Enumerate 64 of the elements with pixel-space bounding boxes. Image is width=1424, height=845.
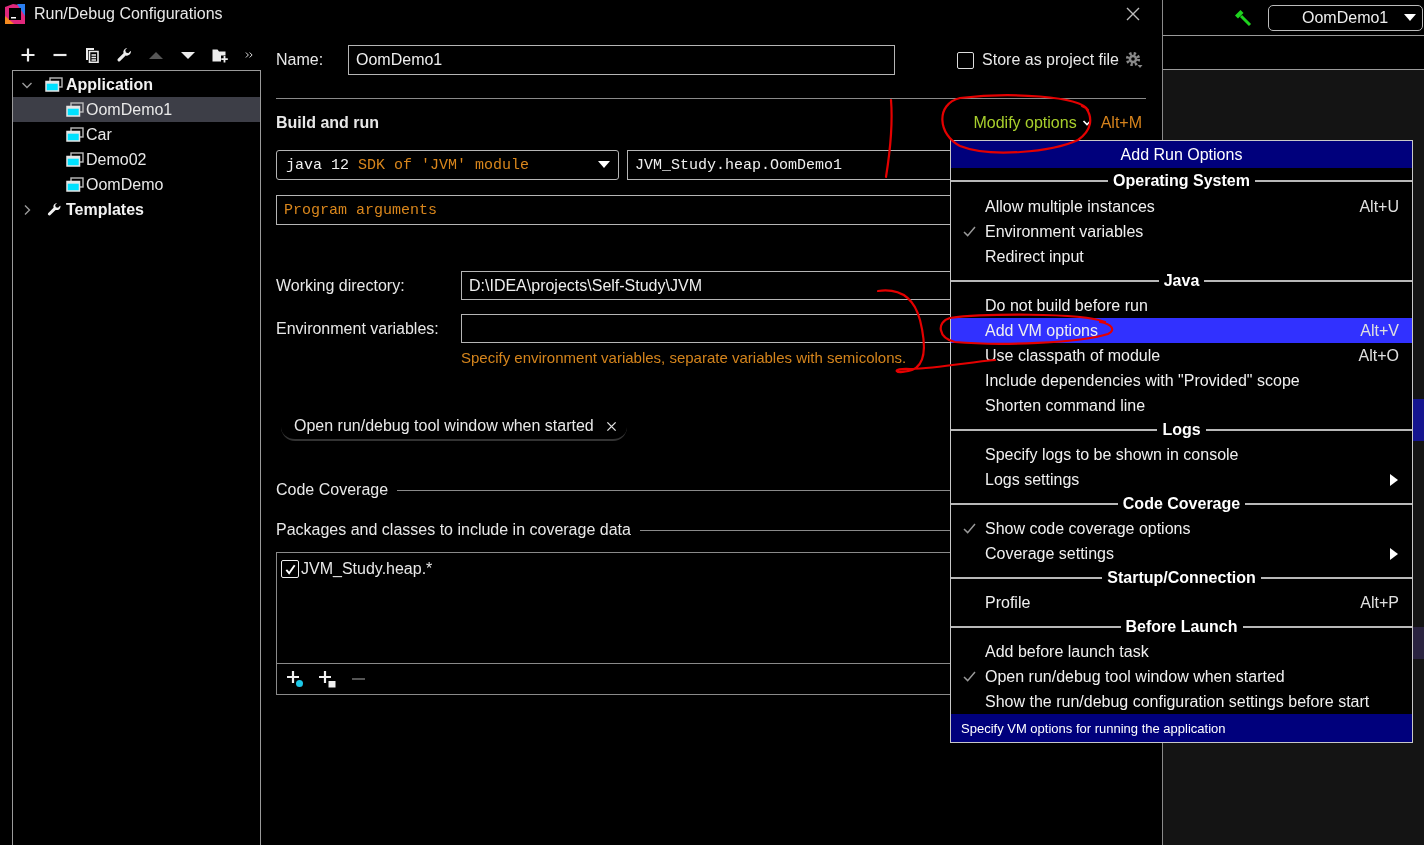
menu-item[interactable]: Profile Alt+P (951, 590, 1412, 615)
name-field[interactable]: OomDemo1 (348, 45, 895, 75)
tree-item[interactable]: OomDemo (13, 172, 260, 197)
section-title: Code Coverage (276, 481, 389, 499)
menu-group-title: Logs (1161, 421, 1202, 439)
hint-text: Specify environment variables, separate variables with semicolons. (461, 349, 907, 366)
plus-square-icon[interactable] (318, 670, 336, 688)
tree-item[interactable]: Templates (13, 197, 260, 222)
section-title: Build and run (276, 114, 380, 132)
plus-icon[interactable] (20, 47, 36, 63)
shortcut-hint: Alt+M (1100, 114, 1142, 132)
menu-item[interactable]: Add VM options Alt+V (951, 318, 1412, 343)
popup-title: Add Run Options (951, 141, 1412, 168)
double-chevron-icon[interactable] (244, 50, 254, 60)
dropdown-caret-icon (598, 161, 610, 169)
run-configuration-dropdown[interactable]: OomDemo1 (1268, 4, 1423, 31)
menu-group-title: Before Launch (1124, 618, 1239, 636)
field-label: Working directory: (276, 276, 406, 295)
list-title: Packages and classes to include in coverage data (276, 521, 631, 539)
tag-label: Open run/debug tool window when started (294, 417, 594, 435)
plus-dot-icon[interactable] (286, 670, 304, 688)
menu-group-title: Startup/Connection (1106, 569, 1257, 587)
window-title: Run/Debug Configurations (34, 5, 223, 23)
menu-item[interactable]: Specify logs to be shown in console (951, 442, 1412, 467)
close-icon[interactable] (605, 420, 617, 432)
hammer-icon[interactable] (1234, 8, 1252, 27)
window-icon (66, 177, 84, 192)
popup-footer: Specify VM options for running the application (951, 714, 1412, 742)
wrench-icon[interactable] (116, 47, 132, 63)
window-icon (66, 127, 84, 142)
menu-group-title: Java (1162, 272, 1201, 290)
modify-options-link[interactable]: Modify options (973, 114, 1092, 132)
field-label: Environment variables: (276, 319, 440, 338)
list-item[interactable]: JVM_Study.heap.* (301, 560, 433, 578)
wrench-icon (45, 202, 63, 217)
checkbox[interactable] (281, 560, 299, 578)
jre-dropdown[interactable]: java 12 SDK of 'JVM' module (276, 150, 619, 180)
menu-item[interactable]: Include dependencies with "Provided" scope (951, 368, 1412, 393)
dropdown-caret-icon (1404, 13, 1416, 22)
menu-item[interactable]: Open run/debug tool window when started (951, 664, 1412, 689)
menu-item[interactable]: Add before launch task (951, 639, 1412, 664)
app-logo-icon (5, 4, 25, 24)
menu-item[interactable]: Show the run/debug configuration settings before start (951, 689, 1412, 714)
tree-item[interactable]: Application (13, 72, 260, 97)
field-label: Name: (276, 51, 325, 69)
checkbox-label: Store as project file (982, 51, 1119, 69)
window-icon (45, 77, 63, 92)
gear-icon[interactable] (1125, 51, 1143, 69)
menu-item[interactable]: Show code coverage options (951, 516, 1412, 541)
menu-item[interactable]: Shorten command line (951, 393, 1412, 418)
chevron-down-icon (1081, 118, 1092, 128)
tree-item[interactable]: Car (13, 122, 260, 147)
window-icon (66, 102, 84, 117)
menu-item[interactable]: Coverage settings (951, 541, 1412, 566)
menu-item[interactable]: Logs settings (951, 467, 1412, 492)
tree-item[interactable]: OomDemo1 (13, 97, 260, 122)
menu-group-title: Code Coverage (1121, 495, 1242, 513)
close-icon[interactable] (1126, 7, 1140, 21)
copy-icon[interactable] (84, 47, 100, 63)
menu-item[interactable]: Redirect input (951, 244, 1412, 269)
window-icon (66, 152, 84, 167)
checkbox[interactable] (957, 51, 975, 69)
folder-plus-icon[interactable] (212, 47, 228, 63)
tree-item[interactable]: Demo02 (13, 147, 260, 172)
